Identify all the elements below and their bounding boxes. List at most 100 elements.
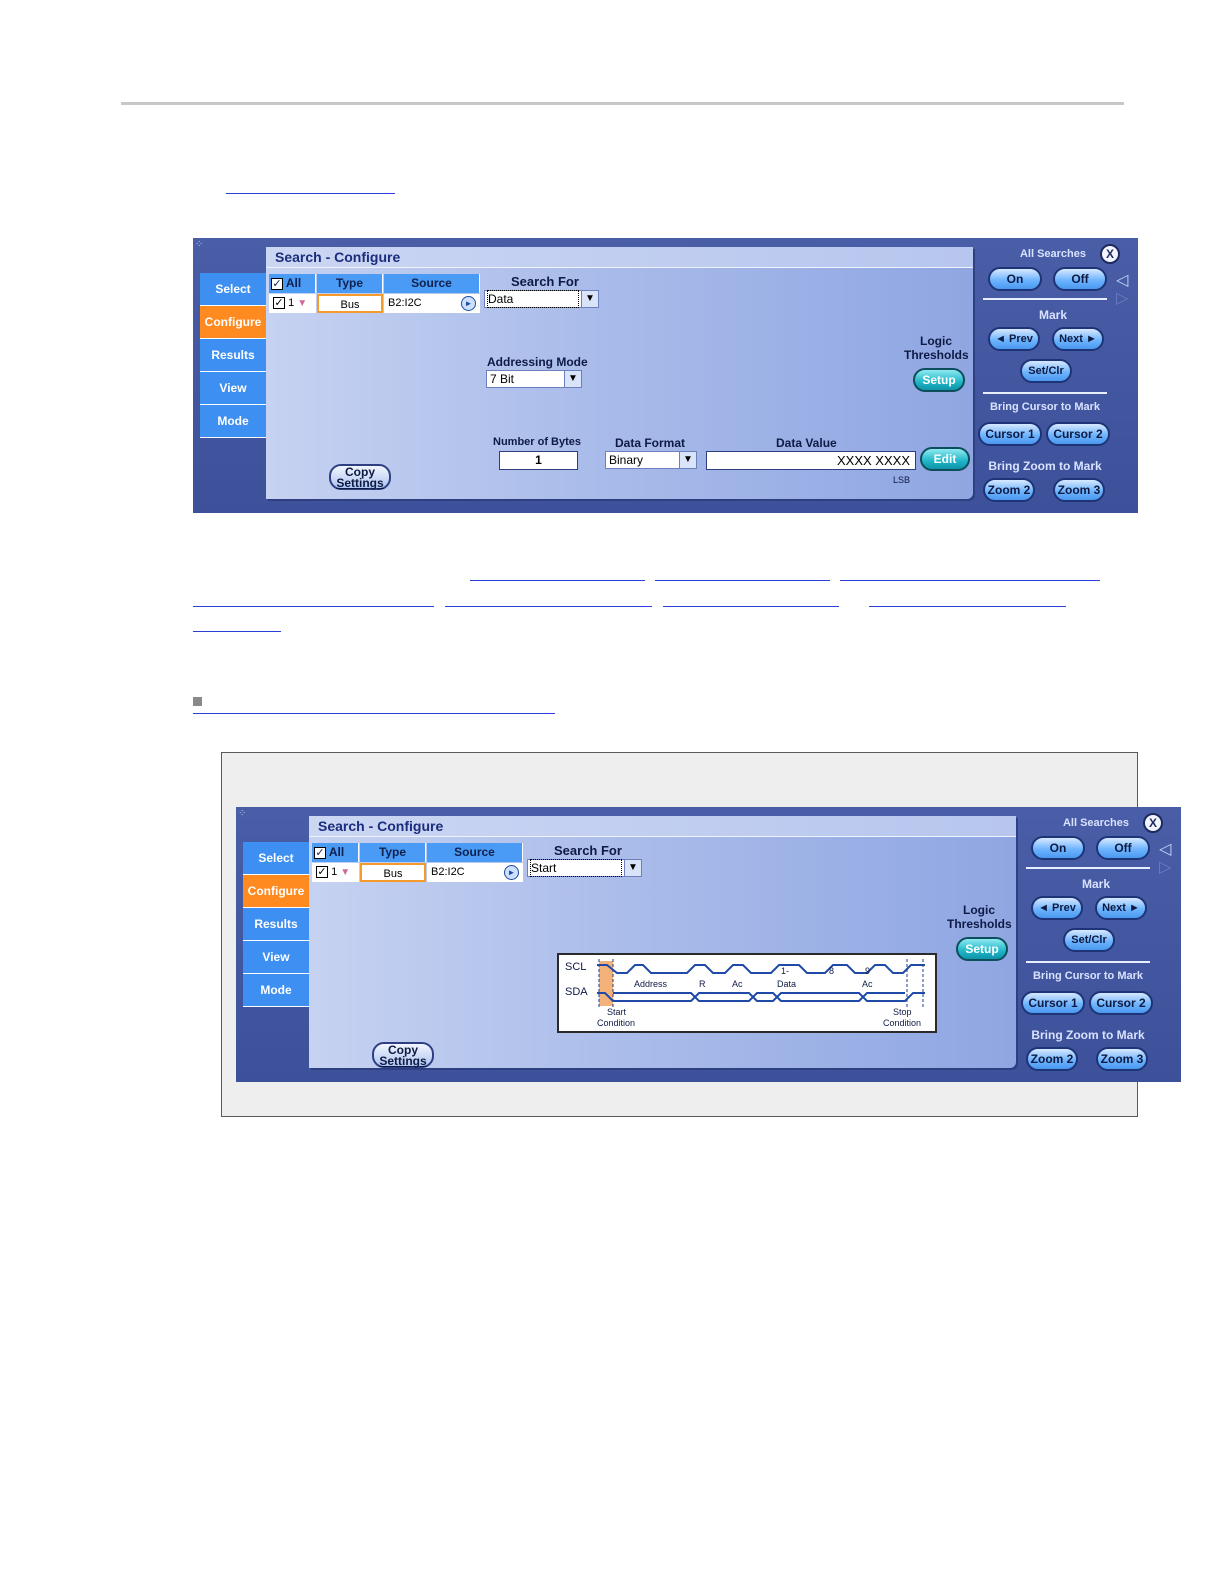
zoom2-button[interactable]: Zoom 2 bbox=[983, 478, 1035, 502]
all-checkbox[interactable]: ✓ bbox=[271, 277, 283, 290]
searches-on-button[interactable]: On bbox=[1031, 836, 1085, 860]
link-underline[interactable] bbox=[193, 631, 281, 632]
cursor2-button[interactable]: Cursor 2 bbox=[1046, 422, 1110, 446]
link-underline[interactable] bbox=[655, 580, 830, 581]
setup-button[interactable]: Setup bbox=[956, 937, 1008, 961]
separator bbox=[983, 392, 1107, 394]
addressing-mode-dropdown[interactable]: 7 Bit ▼ bbox=[486, 370, 582, 388]
set-clear-mark-button[interactable]: Set/Clr bbox=[1063, 928, 1115, 952]
prev-mark-button[interactable]: ◄ Prev bbox=[1031, 896, 1083, 920]
zoom2-button[interactable]: Zoom 2 bbox=[1026, 1047, 1078, 1071]
addressing-mode-label: Addressing Mode bbox=[487, 355, 588, 369]
all-checkbox[interactable]: ✓ bbox=[314, 846, 326, 859]
row-type-cell[interactable]: Bus bbox=[360, 863, 426, 882]
link-underline[interactable] bbox=[193, 606, 434, 607]
source-play-icon[interactable]: ► bbox=[461, 296, 476, 311]
link-underline[interactable] bbox=[840, 580, 1100, 581]
grid-all-header[interactable]: ✓ All bbox=[312, 843, 359, 862]
copy-settings-button[interactable]: Copy Settings bbox=[372, 1042, 434, 1068]
bit-8-label: 8 bbox=[829, 966, 835, 976]
addressing-mode-value: 7 Bit bbox=[490, 372, 515, 386]
tab-view[interactable]: View bbox=[200, 372, 266, 405]
grip-icon[interactable]: ⁘ bbox=[238, 809, 248, 819]
setup-button[interactable]: Setup bbox=[913, 368, 965, 392]
zoom3-button[interactable]: Zoom 3 bbox=[1053, 478, 1105, 502]
data-value-input[interactable]: XXXX XXXX bbox=[706, 451, 916, 470]
stop-condition-label: Condition bbox=[883, 1018, 922, 1028]
link-underline[interactable] bbox=[226, 193, 395, 194]
searches-off-button[interactable]: Off bbox=[1096, 836, 1150, 860]
dropdown-arrow-icon[interactable]: ▼ bbox=[679, 451, 697, 469]
tab-results[interactable]: Results bbox=[200, 339, 266, 372]
searches-on-button[interactable]: On bbox=[988, 267, 1042, 291]
tab-mode[interactable]: Mode bbox=[243, 974, 309, 1007]
triangle-right-icon[interactable]: ▷ bbox=[1116, 288, 1128, 308]
cursor2-button[interactable]: Cursor 2 bbox=[1089, 991, 1153, 1015]
close-icon[interactable]: X bbox=[1143, 813, 1163, 833]
row-type-cell[interactable]: Bus bbox=[317, 294, 383, 313]
triangle-left-icon[interactable]: ◁ bbox=[1159, 839, 1171, 859]
link-underline[interactable] bbox=[663, 606, 839, 607]
i2c-timing-diagram: SCL SDA Address R Ac Data Ac 1- 8 9 Star… bbox=[557, 953, 937, 1033]
link-underline[interactable] bbox=[193, 713, 555, 714]
row-enable-cell[interactable]: ✓ 1 ▼ bbox=[312, 863, 359, 882]
link-underline[interactable] bbox=[869, 606, 1066, 607]
search-for-dropdown[interactable]: Data ▼ bbox=[484, 290, 599, 308]
row-checkbox[interactable]: ✓ bbox=[316, 866, 328, 879]
thresholds-label: Thresholds bbox=[904, 348, 969, 362]
searches-off-button[interactable]: Off bbox=[1053, 267, 1107, 291]
rw-label: R bbox=[699, 979, 706, 989]
cursor1-button[interactable]: Cursor 1 bbox=[1021, 991, 1085, 1015]
next-mark-button[interactable]: Next ► bbox=[1052, 327, 1104, 351]
edit-button[interactable]: Edit bbox=[920, 447, 970, 471]
row-checkbox[interactable]: ✓ bbox=[273, 297, 285, 310]
row-number: 1 bbox=[331, 866, 338, 878]
tab-configure[interactable]: Configure bbox=[200, 306, 266, 339]
tab-results[interactable]: Results bbox=[243, 908, 309, 941]
tab-mode[interactable]: Mode bbox=[200, 405, 266, 438]
settings-label: Settings bbox=[379, 1054, 427, 1068]
grip-icon[interactable]: ⁘ bbox=[195, 240, 205, 250]
prev-mark-button[interactable]: ◄ Prev bbox=[988, 327, 1040, 351]
search-for-value: Data bbox=[487, 290, 579, 308]
settings-label: Settings bbox=[336, 476, 384, 490]
right-controls: All Searches X On Off ◁ ▷ Mark ◄ Prev Ne… bbox=[978, 238, 1138, 513]
ack-label: Ac bbox=[862, 979, 873, 989]
triangle-left-icon[interactable]: ◁ bbox=[1116, 270, 1128, 290]
configure-area: Search - Configure ✓ All Type Source ✓ 1… bbox=[266, 247, 973, 499]
link-underline[interactable] bbox=[470, 580, 645, 581]
search-for-dropdown[interactable]: Start ▼ bbox=[527, 859, 642, 877]
bring-cursor-label: Bring Cursor to Mark bbox=[989, 401, 1100, 413]
grid-all-header[interactable]: ✓ All bbox=[269, 274, 316, 293]
triangle-right-icon[interactable]: ▷ bbox=[1159, 857, 1171, 877]
data-format-dropdown[interactable]: Binary ▼ bbox=[605, 451, 697, 469]
logic-label: Logic bbox=[920, 334, 952, 348]
num-bytes-label: Number of Bytes bbox=[493, 436, 582, 448]
next-mark-button[interactable]: Next ► bbox=[1095, 896, 1147, 920]
row-source: B2:I2C bbox=[388, 297, 422, 309]
logic-label: Logic bbox=[963, 903, 995, 917]
dropdown-arrow-icon[interactable]: ▼ bbox=[581, 290, 599, 308]
tab-select[interactable]: Select bbox=[243, 842, 309, 875]
zoom3-button[interactable]: Zoom 3 bbox=[1096, 1047, 1148, 1071]
scl-label: SCL bbox=[565, 961, 587, 973]
row-source-cell[interactable]: B2:I2C ► bbox=[384, 294, 480, 313]
cursor1-button[interactable]: Cursor 1 bbox=[978, 422, 1042, 446]
close-icon[interactable]: X bbox=[1100, 244, 1120, 264]
dropdown-arrow-icon[interactable]: ▼ bbox=[624, 859, 642, 877]
tab-configure[interactable]: Configure bbox=[243, 875, 309, 908]
num-bytes-input[interactable]: 1 bbox=[499, 451, 578, 470]
copy-settings-button[interactable]: Copy Settings bbox=[329, 464, 391, 490]
tab-view[interactable]: View bbox=[243, 941, 309, 974]
tab-select[interactable]: Select bbox=[200, 273, 266, 306]
link-underline[interactable] bbox=[445, 606, 652, 607]
data-label: Data bbox=[777, 979, 797, 989]
set-clear-mark-button[interactable]: Set/Clr bbox=[1020, 359, 1072, 383]
address-label: Address bbox=[634, 979, 668, 989]
start-label: Start bbox=[607, 1007, 627, 1017]
source-play-icon[interactable]: ► bbox=[504, 865, 519, 880]
row-source-cell[interactable]: B2:I2C ► bbox=[427, 863, 523, 882]
row-enable-cell[interactable]: ✓ 1 ▼ bbox=[269, 294, 316, 313]
dropdown-arrow-icon[interactable]: ▼ bbox=[564, 370, 582, 388]
bring-zoom-label: Bring Zoom to Mark bbox=[988, 459, 1102, 473]
